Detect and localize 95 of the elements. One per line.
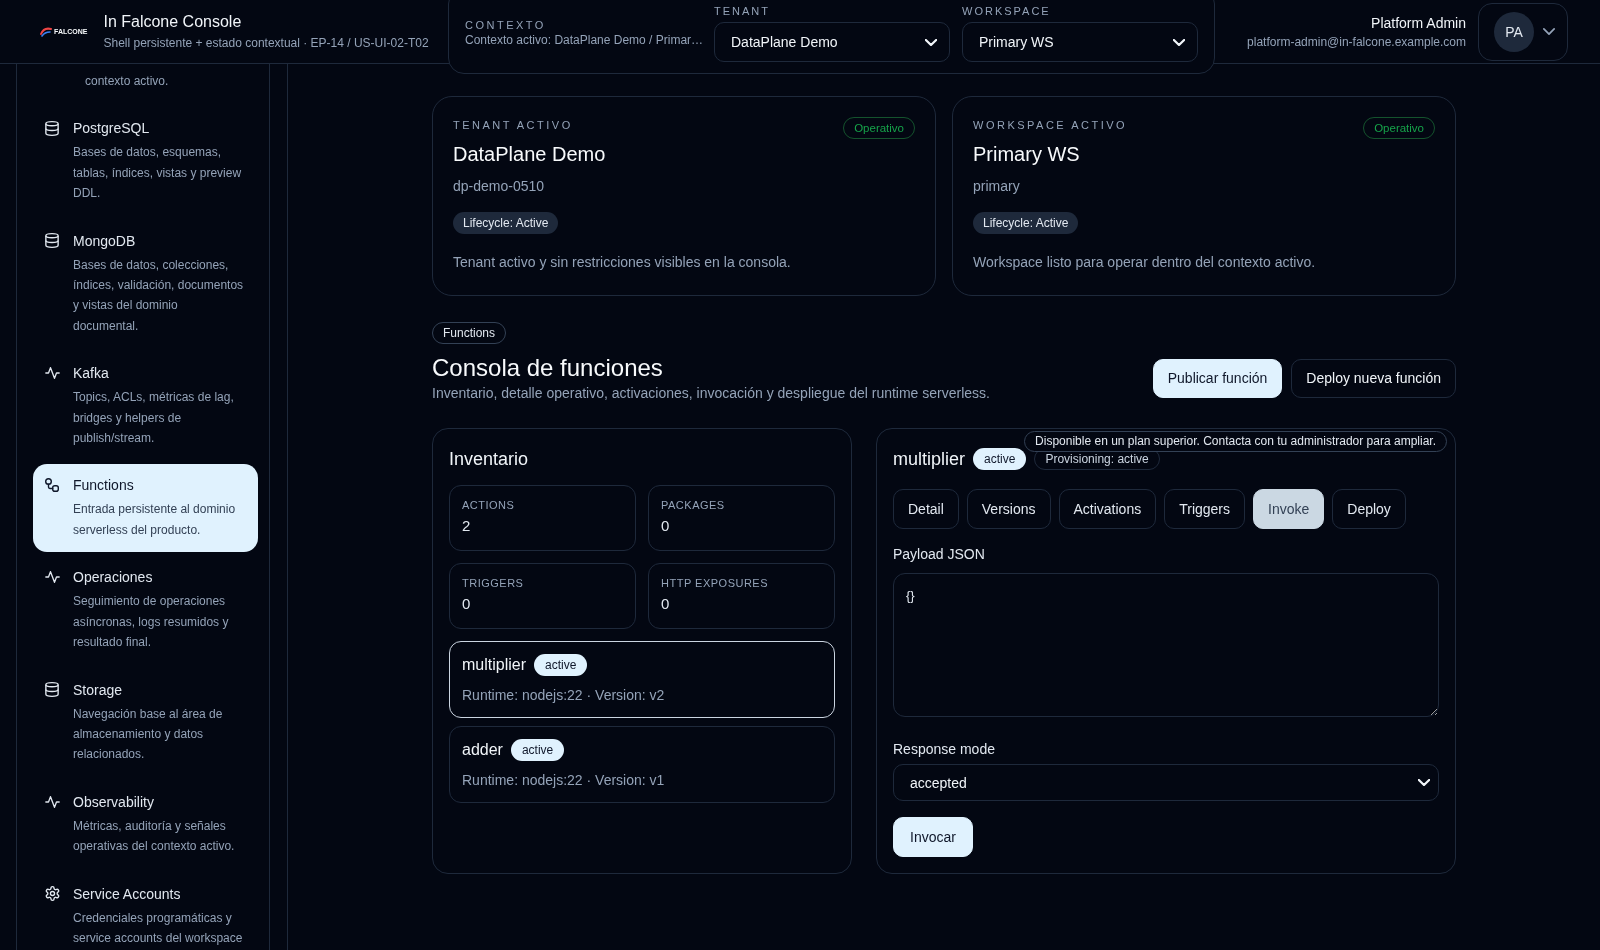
sidebar-item-description: Navegación base al área de almacenamiento y datos relacionados. (73, 705, 224, 764)
selector-label: WORKSPACE (962, 4, 1052, 18)
function-meta: Runtime: nodejs:22 · Version: v2 (462, 686, 666, 705)
sidebar-item-title: Service Accounts (73, 884, 182, 904)
stat-label: PACKAGES (661, 498, 726, 512)
card-title: DataPlane Demo (453, 142, 607, 167)
sidebar-item[interactable]: Observability Métricas, auditoría y señales operativas del contexto activo. (33, 780, 258, 869)
status-badge: active (534, 654, 588, 676)
workflow-icon (45, 478, 59, 493)
action-button[interactable]: Publicar función (1152, 358, 1283, 398)
chevron-down-icon (1543, 28, 1555, 35)
sidebar-item[interactable]: PostgreSQL Bases de datos, esquemas, tablas, índices, vistas y preview DDL. (33, 107, 258, 216)
sidebar-item-description: Entrada persistente al dominio serverless del producto. (73, 501, 237, 539)
context-label: CONTEXTO (465, 18, 547, 32)
function-card[interactable]: multiplier active Runtime: nodejs:22 · Version: v2 (449, 641, 835, 718)
user-email: platform-admin@in-falcone.example.com (1247, 33, 1466, 50)
sidebar-item-title: MongoDB (73, 231, 137, 251)
panel-title: Inventario (449, 448, 530, 471)
sidebar-item[interactable]: MongoDB Bases de datos, colecciones, índices, validación, documentos y vistas del dominio documental. (33, 219, 258, 349)
sidebar-item-description: Topics, ACLs, métricas de lag, bridges y helpers de publish/stream. (73, 389, 235, 448)
payload-field[interactable]: {} (893, 573, 1439, 717)
invoke-button[interactable]: Invocar (893, 817, 973, 857)
status-badge: active (510, 739, 565, 761)
stat-value: 0 (661, 594, 671, 614)
sidebar-item-title: Storage (73, 680, 124, 700)
app-title: In Falcone Console (103, 12, 243, 32)
stat-value: 0 (462, 594, 472, 614)
sidebar-item-description: Bases de datos, colecciones, índices, validación, documentos y vistas del dominio documental. (73, 256, 244, 335)
card-label: TENANT ACTIVO (453, 118, 573, 132)
settings-icon (44, 886, 60, 902)
sidebar-item-title: Functions (73, 476, 135, 496)
selector-label: TENANT (714, 4, 771, 18)
sidebar-item-description: contexto activo. (85, 73, 170, 90)
action-button[interactable]: Deploy nueva función (1291, 358, 1456, 398)
function-meta: Runtime: nodejs:22 · Version: v1 (462, 771, 666, 790)
database-icon (45, 682, 59, 697)
card-description: Tenant activo y sin restricciones visibles en la consola. (453, 253, 792, 272)
tab[interactable]: Activations (1058, 489, 1157, 529)
sidebar-item-title: PostgreSQL (73, 119, 151, 139)
stat-label: HTTP EXPOSURES (661, 576, 770, 590)
stat-value: 0 (661, 516, 671, 536)
pulse-icon (44, 571, 60, 584)
sidebar-item-description: Seguimiento de operaciones asíncronas, logs resumidos y resultado final. (73, 593, 230, 652)
tab[interactable]: Triggers (1164, 489, 1246, 529)
context-select[interactable]: DataPlane Demo (714, 22, 950, 62)
sidebar-item-description: Bases de datos, esquemas, tablas, índices, vistas y preview DDL. (73, 144, 243, 203)
page-subtitle: Inventario, detalle operativo, activaciones, invocación y despliegue del runtime serverless. (432, 384, 990, 403)
sidebar-item[interactable]: Service Accounts Credenciales programáticas y service accounts del workspace (33, 872, 258, 950)
database-icon (45, 233, 59, 249)
function-name: multiplier (462, 655, 526, 675)
lifecycle-badge: Lifecycle: Active (973, 212, 1079, 234)
sidebar-item-title: Operaciones (73, 568, 154, 588)
pulse-icon (44, 367, 60, 380)
field-label: Response mode (893, 740, 996, 759)
stat-label: TRIGGERS (462, 576, 525, 590)
sidebar-item[interactable]: Storage Navegación base al área de almacenamiento y datos relacionados. (33, 668, 258, 777)
sidebar-item[interactable]: Operaciones Seguimiento de operaciones asíncronas, logs resumidos y resultado final. (33, 556, 258, 665)
tooltip: Disponible en un plan superior. Contacta con tu administrador para ampliar. (1024, 431, 1447, 452)
sidebar-item[interactable]: Kafka Topics, ACLs, métricas de lag, bridges y helpers de publish/stream. (33, 352, 258, 461)
tab[interactable]: Versions (966, 489, 1051, 529)
field-label: Payload JSON (893, 545, 986, 564)
tab[interactable]: Detail (893, 489, 959, 529)
card-title: Primary WS (973, 142, 1081, 167)
function-card[interactable]: adder active Runtime: nodejs:22 · Version: v1 (449, 726, 835, 803)
card-slug: dp-demo-0510 (453, 177, 546, 196)
tab[interactable]: Invoke (1253, 489, 1325, 529)
sidebar-item-title: Kafka (73, 364, 110, 384)
sidebar-item-description: Credenciales programáticas y service accounts del workspace (73, 909, 244, 947)
card-description: Workspace listo para operar dentro del contexto activo. (973, 253, 1317, 272)
swoosh-icon (40, 26, 52, 37)
chevron-down-icon (1418, 779, 1430, 786)
account-menu-button[interactable]: PA (1478, 2, 1568, 61)
context-select[interactable]: Primary WS (962, 22, 1198, 62)
chevron-down-icon (1173, 38, 1185, 46)
app-subtitle: Shell persistente + estado contextual · EP-14 / US-UI-02-T02 (103, 35, 429, 51)
avatar: PA (1494, 11, 1534, 52)
tab[interactable]: Deploy (1332, 489, 1406, 529)
lifecycle-badge: Lifecycle: Active (453, 212, 559, 234)
card-label: WORKSPACE ACTIVO (973, 118, 1128, 132)
card-slug: primary (973, 177, 1021, 196)
database-icon (45, 120, 59, 136)
chevron-down-icon (925, 38, 937, 46)
sidebar-item-description: Métricas, auditoría y señales operativas del contexto activo. (73, 817, 236, 856)
status-badge: active (973, 448, 1027, 470)
pulse-icon (44, 795, 60, 808)
sidebar-item[interactable]: Functions Entrada persistente al dominio serverless del producto. (33, 464, 258, 553)
sidebar-item-title: Observability (73, 792, 155, 812)
context-summary: Contexto activo: DataPlane Demo / Primar… (465, 32, 705, 48)
function-name: adder (462, 740, 503, 760)
user-name: Platform Admin (1370, 13, 1466, 32)
response-mode-select[interactable]: accepted (893, 764, 1439, 801)
stat-value: 2 (462, 516, 472, 536)
function-title: multiplier (893, 448, 966, 471)
page-title: Consola de funciones (432, 353, 664, 383)
stat-label: ACTIONS (462, 498, 516, 512)
